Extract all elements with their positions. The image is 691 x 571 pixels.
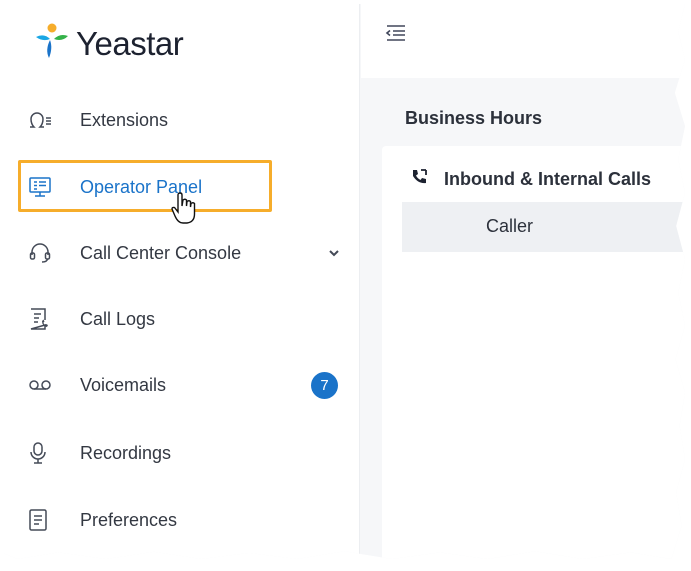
voicemail-icon	[28, 373, 54, 397]
hand-pointer-cursor-icon	[170, 192, 198, 231]
chevron-down-icon[interactable]	[328, 246, 340, 264]
brand-name: Yeastar	[76, 24, 184, 62]
call-logs-icon	[28, 307, 54, 331]
sidebar-item-call-center-console[interactable]: Call Center Console	[28, 234, 340, 272]
sidebar-item-call-logs[interactable]: Call Logs	[28, 300, 338, 338]
yeastar-logo-icon	[32, 22, 70, 65]
collapse-menu-icon[interactable]	[385, 24, 407, 47]
sidebar-item-label: Preferences	[80, 509, 178, 530]
card-header: Inbound & Internal Calls	[410, 168, 651, 191]
brand-logo[interactable]: Yeastar	[32, 22, 184, 65]
operator-panel-icon	[28, 175, 54, 199]
app-window: Yeastar Extensions Operator Panel Call C…	[4, 4, 685, 559]
sidebar-item-label: Call Logs	[80, 308, 156, 329]
sidebar-item-label: Voicemails	[80, 374, 167, 395]
business-hours-card: Inbound & Internal Calls Caller	[382, 146, 685, 559]
voicemail-count-badge: 7	[311, 372, 338, 399]
column-header-caller: Caller	[486, 216, 534, 236]
phone-call-icon	[410, 168, 428, 191]
sidebar-item-label: Extensions	[80, 109, 169, 130]
sidebar: Yeastar Extensions Operator Panel Call C…	[4, 4, 360, 559]
sidebar-item-preferences[interactable]: Preferences	[28, 501, 338, 539]
table-header: Caller	[402, 202, 685, 252]
top-bar	[361, 4, 685, 78]
sidebar-item-label: Call Center Console	[80, 242, 242, 263]
sidebar-item-voicemails[interactable]: Voicemails 7	[28, 366, 338, 404]
microphone-icon	[28, 441, 54, 465]
sidebar-item-extensions[interactable]: Extensions	[28, 101, 338, 139]
sidebar-item-recordings[interactable]: Recordings	[28, 434, 338, 472]
page-title: Business Hours	[405, 108, 543, 128]
headset-icon	[28, 241, 54, 265]
extension-icon	[28, 108, 54, 132]
card-header-label: Inbound & Internal Calls	[444, 169, 652, 189]
preferences-icon	[28, 508, 54, 532]
sidebar-item-label: Recordings	[80, 442, 172, 463]
main-content: Business Hours Inbound & Internal Calls …	[361, 78, 685, 559]
